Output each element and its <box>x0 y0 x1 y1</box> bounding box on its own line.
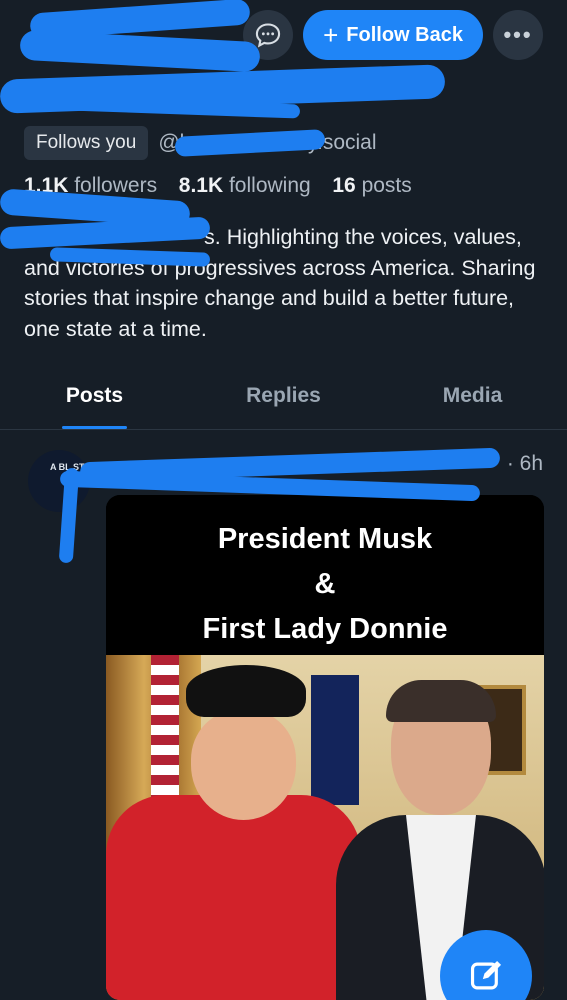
more-options-button[interactable]: ••• <box>493 10 543 60</box>
following-stat[interactable]: 8.1K following <box>179 174 311 197</box>
tab-replies[interactable]: Replies <box>189 372 378 429</box>
following-count: 8.1K <box>178 174 224 197</box>
profile-action-bar: + Follow Back ••• <box>243 10 543 60</box>
tab-media[interactable]: Media <box>378 372 567 429</box>
edit-pencil-icon <box>470 960 502 990</box>
post-timestamp: · 6h <box>506 452 543 475</box>
follow-back-label: Follow Back <box>346 23 463 46</box>
caption-line-1: President Musk <box>217 523 433 555</box>
plus-icon: + <box>323 20 339 50</box>
post-image[interactable]: President Musk & First Lady Donnie <box>106 495 544 1000</box>
posts-count: 16 <box>332 174 356 197</box>
caption-line-3: First Lady Donnie <box>202 613 448 645</box>
profile-tabs: Posts Replies Media <box>0 372 567 430</box>
ellipsis-icon: ••• <box>503 22 533 47</box>
follow-back-button[interactable]: + Follow Back <box>303 10 483 60</box>
following-label: following <box>228 174 311 197</box>
tab-posts[interactable]: Posts <box>0 372 189 429</box>
posts-label: posts <box>361 174 412 197</box>
posts-stat: 16 posts <box>332 174 411 197</box>
caption-line-2: & <box>314 568 336 600</box>
image-caption: President Musk & First Lady Donnie <box>106 495 544 655</box>
follows-you-badge: Follows you <box>24 126 149 160</box>
chat-bubble-icon <box>255 23 281 48</box>
